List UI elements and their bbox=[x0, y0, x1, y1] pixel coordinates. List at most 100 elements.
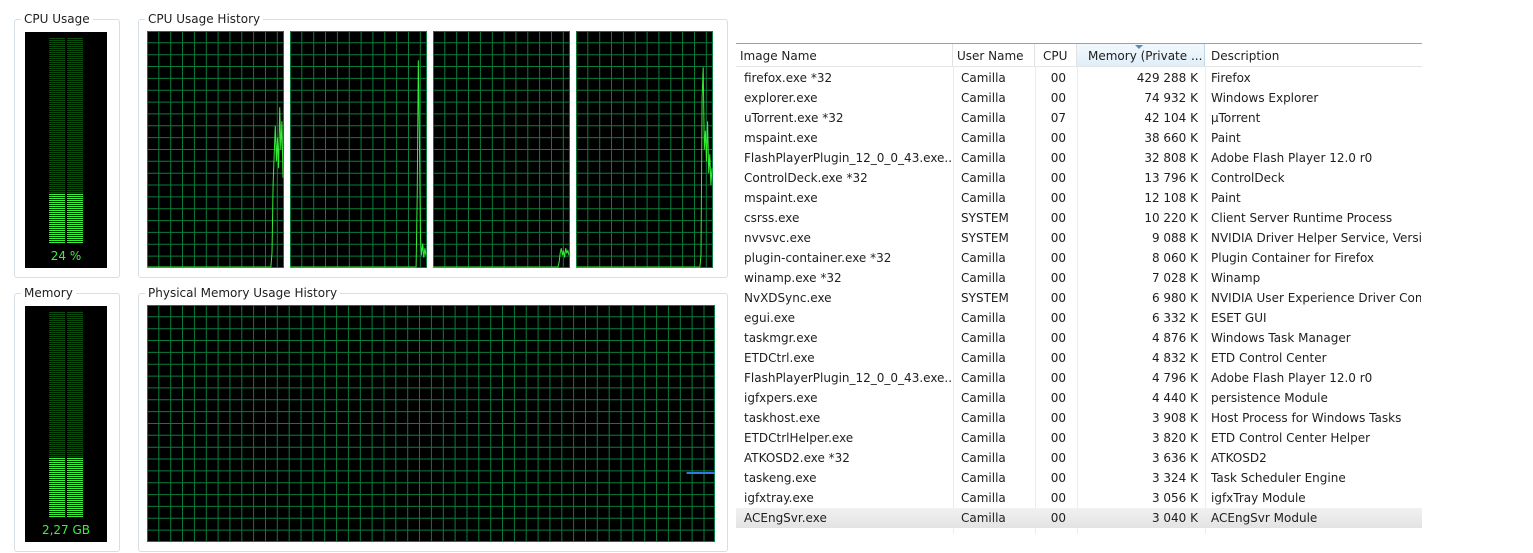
cpu-cell: 00 bbox=[1050, 511, 1066, 525]
table-row[interactable]: ETDCtrl.exe Camilla 00 4 832 K ETD Control C… bbox=[736, 348, 1422, 368]
description-cell: ControlDeck bbox=[1211, 171, 1285, 185]
memory-cell: 10 220 K bbox=[1144, 211, 1198, 225]
user-name-cell: Camilla bbox=[961, 371, 1006, 385]
memory-value: 2,27 GB bbox=[41, 523, 91, 537]
table-row[interactable]: mspaint.exe Camilla 00 38 660 K Paint bbox=[736, 128, 1422, 148]
image-name-cell: uTorrent.exe *32 bbox=[744, 111, 844, 125]
cpu-cell: 00 bbox=[1050, 191, 1066, 205]
memory-cell: 38 660 K bbox=[1144, 131, 1198, 145]
memory-cell: 32 808 K bbox=[1144, 151, 1198, 165]
table-row[interactable]: firefox.exe *32 Camilla 00 429 288 K Firefox bbox=[736, 68, 1422, 88]
user-name-cell: SYSTEM bbox=[961, 291, 1009, 305]
description-cell: Adobe Flash Player 12.0 r0 bbox=[1211, 151, 1373, 165]
memory-cell: 3 040 K bbox=[1151, 511, 1198, 525]
process-table[interactable]: Image Name User Name CPU Memory (Private… bbox=[736, 43, 1422, 534]
user-name-cell: Camilla bbox=[961, 451, 1006, 465]
column-description[interactable]: Description bbox=[1205, 44, 1422, 66]
user-name-cell: Camilla bbox=[961, 351, 1006, 365]
cpu-cell: 00 bbox=[1050, 491, 1066, 505]
table-row[interactable]: plugin-container.exe *32 Camilla 00 8 060 K… bbox=[736, 248, 1422, 268]
table-row[interactable]: egui.exe Camilla 00 6 332 K ESET GUI bbox=[736, 308, 1422, 328]
image-name-cell: firefox.exe *32 bbox=[744, 71, 833, 85]
cpu-cell: 00 bbox=[1050, 291, 1066, 305]
user-name-cell: Camilla bbox=[961, 491, 1006, 505]
memory-meter: 2,27 GB bbox=[25, 306, 107, 542]
description-cell: Paint bbox=[1211, 191, 1241, 205]
table-row[interactable]: csrss.exe SYSTEM 00 10 220 K Client Server R… bbox=[736, 208, 1422, 228]
table-row[interactable]: uTorrent.exe *32 Camilla 07 42 104 K µTorren… bbox=[736, 108, 1422, 128]
description-cell: Host Process for Windows Tasks bbox=[1211, 411, 1402, 425]
description-cell: Adobe Flash Player 12.0 r0 bbox=[1211, 371, 1373, 385]
image-name-cell: plugin-container.exe *32 bbox=[744, 251, 892, 265]
memory-cell: 4 796 K bbox=[1151, 371, 1198, 385]
description-cell: ACEngSvr Module bbox=[1211, 511, 1318, 525]
description-cell: Windows Task Manager bbox=[1211, 331, 1351, 345]
user-name-cell: SYSTEM bbox=[961, 211, 1009, 225]
cpu-cell: 00 bbox=[1050, 171, 1066, 185]
table-row[interactable]: NvXDSync.exe SYSTEM 00 6 980 K NVIDIA User E… bbox=[736, 288, 1422, 308]
cpu-cell: 00 bbox=[1050, 431, 1066, 445]
memory-cell: 3 908 K bbox=[1151, 411, 1198, 425]
cpu-cell: 00 bbox=[1050, 451, 1066, 465]
user-name-cell: Camilla bbox=[961, 411, 1006, 425]
column-label: Image Name bbox=[740, 49, 817, 63]
description-cell: ETD Control Center bbox=[1211, 351, 1327, 365]
cpu-cell: 00 bbox=[1050, 351, 1066, 365]
memory-bar bbox=[49, 312, 83, 517]
cpu-cell: 00 bbox=[1050, 391, 1066, 405]
image-name-cell: taskhost.exe bbox=[744, 411, 821, 425]
table-row[interactable]: taskhost.exe Camilla 00 3 908 K Host Process… bbox=[736, 408, 1422, 428]
cpu-cell: 00 bbox=[1050, 231, 1066, 245]
cpu-usage-meter: 24 % bbox=[25, 32, 107, 268]
description-cell: NVIDIA Driver Helper Service, Version bbox=[1211, 231, 1421, 245]
memory-cell: 4 876 K bbox=[1151, 331, 1198, 345]
column-label: Memory (Private ... bbox=[1088, 49, 1203, 63]
image-name-cell: ControlDeck.exe *32 bbox=[744, 171, 868, 185]
image-name-cell: ETDCtrl.exe bbox=[744, 351, 815, 365]
user-name-cell: Camilla bbox=[961, 131, 1006, 145]
table-row[interactable]: ControlDeck.exe *32 Camilla 00 13 796 K Cont… bbox=[736, 168, 1422, 188]
description-cell: ETD Control Center Helper bbox=[1211, 431, 1371, 445]
column-user-name[interactable]: User Name bbox=[953, 44, 1035, 66]
user-name-cell: SYSTEM bbox=[961, 231, 1009, 245]
table-row[interactable]: nvvsvc.exe SYSTEM 00 9 088 K NVIDIA Driver H… bbox=[736, 228, 1422, 248]
table-row[interactable]: explorer.exe Camilla 00 74 932 K Windows Exp… bbox=[736, 88, 1422, 108]
cpu-core-2-graph bbox=[290, 31, 427, 268]
image-name-cell: csrss.exe bbox=[744, 211, 800, 225]
memory-cell: 13 796 K bbox=[1144, 171, 1198, 185]
image-name-cell: taskmgr.exe bbox=[744, 331, 818, 345]
user-name-cell: Camilla bbox=[961, 151, 1006, 165]
user-name-cell: Camilla bbox=[961, 511, 1006, 525]
cpu-core-4-line bbox=[576, 67, 713, 268]
image-name-cell: NvXDSync.exe bbox=[744, 291, 832, 305]
column-label: User Name bbox=[957, 49, 1024, 63]
table-row[interactable]: FlashPlayerPlugin_12_0_0_43.exe... Camill… bbox=[736, 148, 1422, 168]
cpu-cell: 00 bbox=[1050, 271, 1066, 285]
cpu-core-1-line bbox=[147, 107, 284, 268]
memory-cell: 12 108 K bbox=[1144, 191, 1198, 205]
image-name-cell: taskeng.exe bbox=[744, 471, 817, 485]
table-row[interactable]: FlashPlayerPlugin_12_0_0_43.exe... Camill… bbox=[736, 368, 1422, 388]
memory-title: Memory bbox=[21, 286, 76, 301]
column-cpu[interactable]: CPU bbox=[1035, 44, 1077, 66]
cpu-usage-title: CPU Usage bbox=[21, 12, 93, 27]
table-row[interactable]: ETDCtrlHelper.exe Camilla 00 3 820 K ETD Con… bbox=[736, 428, 1422, 448]
table-row[interactable]: igfxpers.exe Camilla 00 4 440 K persistence … bbox=[736, 388, 1422, 408]
column-memory[interactable]: Memory (Private ... bbox=[1077, 44, 1205, 66]
table-row[interactable]: taskmgr.exe Camilla 00 4 876 K Windows Task … bbox=[736, 328, 1422, 348]
column-image-name[interactable]: Image Name bbox=[736, 44, 953, 66]
table-row[interactable]: ACEngSvr.exe Camilla 00 3 040 K ACEngSvr Mod… bbox=[736, 508, 1422, 528]
cpu-cell: 00 bbox=[1050, 91, 1066, 105]
cpu-cell: 00 bbox=[1050, 71, 1066, 85]
table-row[interactable]: mspaint.exe Camilla 00 12 108 K Paint bbox=[736, 188, 1422, 208]
memory-cell: 3 820 K bbox=[1151, 431, 1198, 445]
cpu-cell: 00 bbox=[1050, 371, 1066, 385]
description-cell: Client Server Runtime Process bbox=[1211, 211, 1393, 225]
cpu-core-3-line bbox=[433, 248, 570, 268]
table-row[interactable]: winamp.exe *32 Camilla 00 7 028 K Winamp bbox=[736, 268, 1422, 288]
cpu-usage-bar bbox=[49, 38, 83, 243]
description-cell: Winamp bbox=[1211, 271, 1261, 285]
table-row[interactable]: ATKOSD2.exe *32 Camilla 00 3 636 K ATKOSD2 bbox=[736, 448, 1422, 468]
table-row[interactable]: igfxtray.exe Camilla 00 3 056 K igfxTray Mod… bbox=[736, 488, 1422, 508]
table-row[interactable]: taskeng.exe Camilla 00 3 324 K Task Schedule… bbox=[736, 468, 1422, 488]
